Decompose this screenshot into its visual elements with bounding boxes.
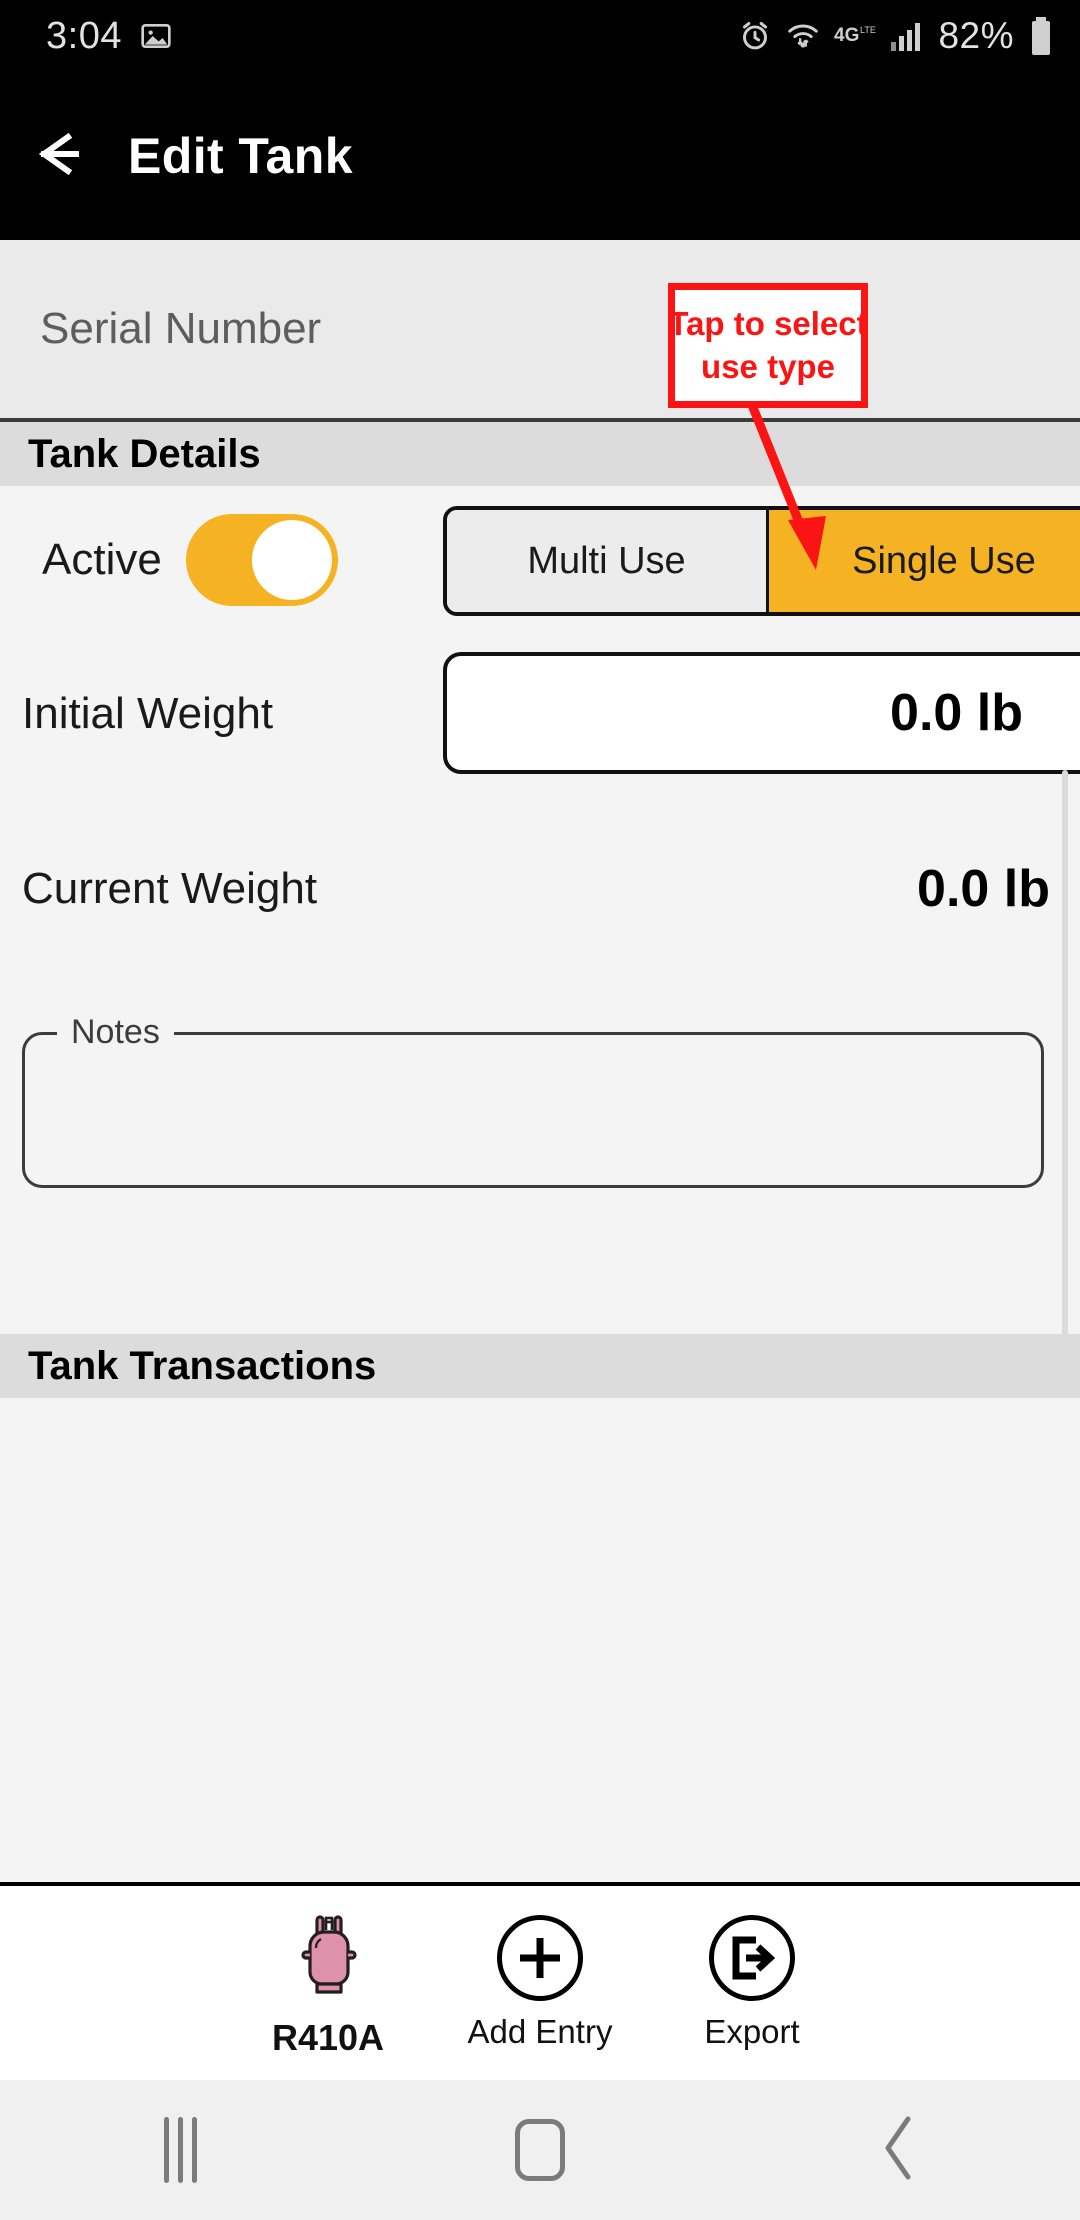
- bottom-item-add-entry-label: Add Entry: [467, 2013, 613, 2050]
- current-weight-row: Current Weight 0.0 lb: [0, 794, 1080, 984]
- use-type-option-single[interactable]: Single Use: [769, 510, 1080, 612]
- serial-number-field[interactable]: Serial Number: [0, 240, 1080, 422]
- refrigerant-tank-icon: [290, 1908, 366, 2005]
- svg-text:LTE: LTE: [860, 25, 876, 35]
- use-type-option-multi[interactable]: Multi Use: [447, 510, 769, 612]
- signal-bars-icon: [890, 20, 924, 52]
- annotation-line-2: use type: [701, 347, 835, 385]
- scrollbar[interactable]: [1062, 770, 1068, 1385]
- active-toggle[interactable]: [185, 514, 338, 606]
- scroll-content: Serial Number Tank Details Active Multi …: [0, 240, 1080, 1882]
- notes-input[interactable]: Notes: [22, 1013, 1044, 1188]
- transactions-list-empty: [0, 1398, 1080, 1878]
- recents-icon: [163, 2117, 197, 2183]
- initial-weight-value: 0.0 lb: [890, 684, 1023, 742]
- status-bar: 3:04 4G LTE 82%: [0, 0, 1080, 72]
- active-row: Active Multi Use Single Use: [0, 486, 1080, 634]
- initial-weight-row: Initial Weight 0.0 lb: [0, 634, 1080, 794]
- svg-text:4G: 4G: [834, 25, 859, 46]
- status-bar-right: 4G LTE 82%: [738, 15, 1054, 57]
- page-title: Edit Tank: [128, 128, 353, 184]
- status-clock: 3:04: [46, 14, 122, 57]
- nav-home-button[interactable]: [450, 2080, 630, 2220]
- back-chevron-icon: [878, 2113, 922, 2188]
- bottom-item-refrigerant-label: R410A: [271, 2016, 385, 2058]
- notes-wrapper: Notes: [0, 984, 1080, 1188]
- network-4g-lte-icon: 4G LTE: [834, 21, 876, 51]
- plus-circle-icon: [497, 1915, 583, 2001]
- current-weight-value: 0.0 lb: [917, 860, 1050, 918]
- nav-back-button[interactable]: [810, 2080, 990, 2220]
- wifi-icon: [786, 19, 820, 53]
- battery-icon: [1028, 16, 1054, 56]
- home-icon: [515, 2119, 565, 2181]
- bottom-item-add-entry[interactable]: Add Entry: [434, 1915, 646, 2051]
- app-bar: Edit Tank: [0, 72, 1080, 240]
- notes-label: Notes: [57, 1013, 174, 1052]
- toggle-knob: [251, 520, 332, 600]
- alarm-icon: [738, 19, 772, 53]
- bottom-item-refrigerant[interactable]: R410A: [222, 1908, 434, 2059]
- status-bar-left: 3:04: [46, 15, 172, 58]
- active-label: Active: [42, 535, 162, 584]
- tank-details-label: Tank Details: [28, 431, 261, 476]
- initial-weight-label: Initial Weight: [22, 689, 274, 738]
- initial-weight-input[interactable]: 0.0 lb: [443, 652, 1080, 774]
- use-type-segmented-control[interactable]: Multi Use Single Use: [443, 506, 1080, 616]
- tank-transactions-label: Tank Transactions: [28, 1343, 377, 1388]
- section-header-tank-transactions: Tank Transactions: [0, 1334, 1080, 1398]
- current-weight-label: Current Weight: [22, 864, 318, 913]
- export-circle-icon: [709, 1915, 795, 2001]
- bottom-item-export[interactable]: Export: [646, 1915, 858, 2051]
- arrow-left-icon: [30, 131, 90, 182]
- nav-recents-button[interactable]: [90, 2080, 270, 2220]
- image-icon: [140, 20, 172, 52]
- android-nav-bar: [0, 2080, 1080, 2220]
- annotation-line-1: Tap to select: [668, 305, 868, 343]
- serial-number-placeholder: Serial Number: [40, 304, 322, 353]
- bottom-action-bar: R410A Add Entry Export: [0, 1882, 1080, 2080]
- section-header-tank-details: Tank Details: [0, 422, 1080, 486]
- annotation-callout: Tap to select use type: [668, 283, 868, 408]
- bottom-item-export-label: Export: [704, 2013, 800, 2050]
- battery-percent: 82%: [938, 15, 1014, 56]
- back-button[interactable]: [0, 131, 120, 182]
